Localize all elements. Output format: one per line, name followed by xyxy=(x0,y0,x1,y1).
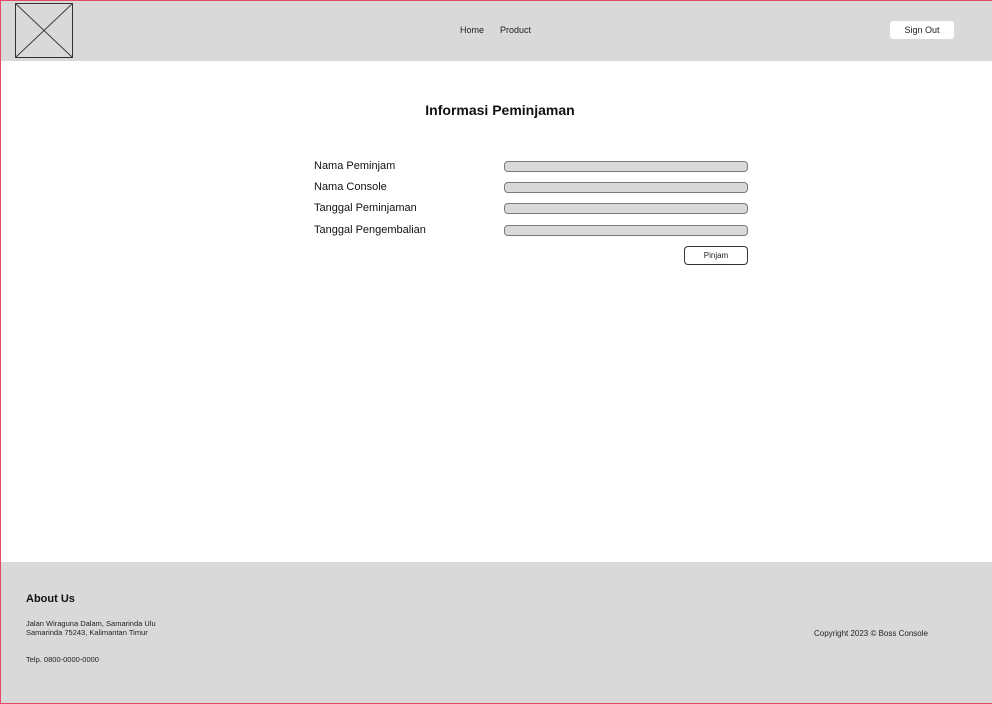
sign-out-button[interactable]: Sign Out xyxy=(890,21,954,39)
nama-console-input[interactable] xyxy=(504,182,748,193)
main-nav: Home Product xyxy=(460,25,531,35)
tanggal-pengembalian-input[interactable] xyxy=(504,225,748,236)
footer-phone: Telp. 0800-0000-0000 xyxy=(26,655,99,664)
tanggal-peminjaman-label: Tanggal Peminjaman xyxy=(314,202,417,214)
page-title: Informasi Peminjaman xyxy=(425,102,575,118)
form-row-tanggal-pengembalian: Tanggal Pengembalian xyxy=(314,224,754,240)
nama-peminjam-input[interactable] xyxy=(504,161,748,172)
nama-peminjam-label: Nama Peminjam xyxy=(314,160,396,172)
address-line-1: Jalan Wiraguna Dalam, Samarinda Ulu xyxy=(26,619,156,628)
tanggal-pengembalian-label: Tanggal Pengembalian xyxy=(314,224,426,236)
site-footer: About Us Jalan Wiraguna Dalam, Samarinda… xyxy=(0,562,992,704)
footer-copyright: Copyright 2023 © Boss Console xyxy=(814,629,928,638)
tanggal-peminjaman-input[interactable] xyxy=(504,203,748,214)
nav-home-link[interactable]: Home xyxy=(460,25,484,35)
pinjam-button[interactable]: Pinjam xyxy=(684,246,748,265)
site-header: Home Product Sign Out xyxy=(0,0,992,61)
logo-placeholder-icon[interactable] xyxy=(15,3,73,58)
about-us-heading: About Us xyxy=(26,593,75,605)
form-row-tanggal-peminjaman: Tanggal Peminjaman xyxy=(314,202,754,218)
form-row-nama-peminjam: Nama Peminjam xyxy=(314,160,754,176)
nav-product-link[interactable]: Product xyxy=(500,25,531,35)
form-row-nama-console: Nama Console xyxy=(314,181,754,197)
address-line-2: Samarinda 75243, Kalimantan Timur xyxy=(26,628,148,637)
nama-console-label: Nama Console xyxy=(314,181,387,193)
footer-address: Jalan Wiraguna Dalam, Samarinda Ulu Sama… xyxy=(26,619,156,637)
